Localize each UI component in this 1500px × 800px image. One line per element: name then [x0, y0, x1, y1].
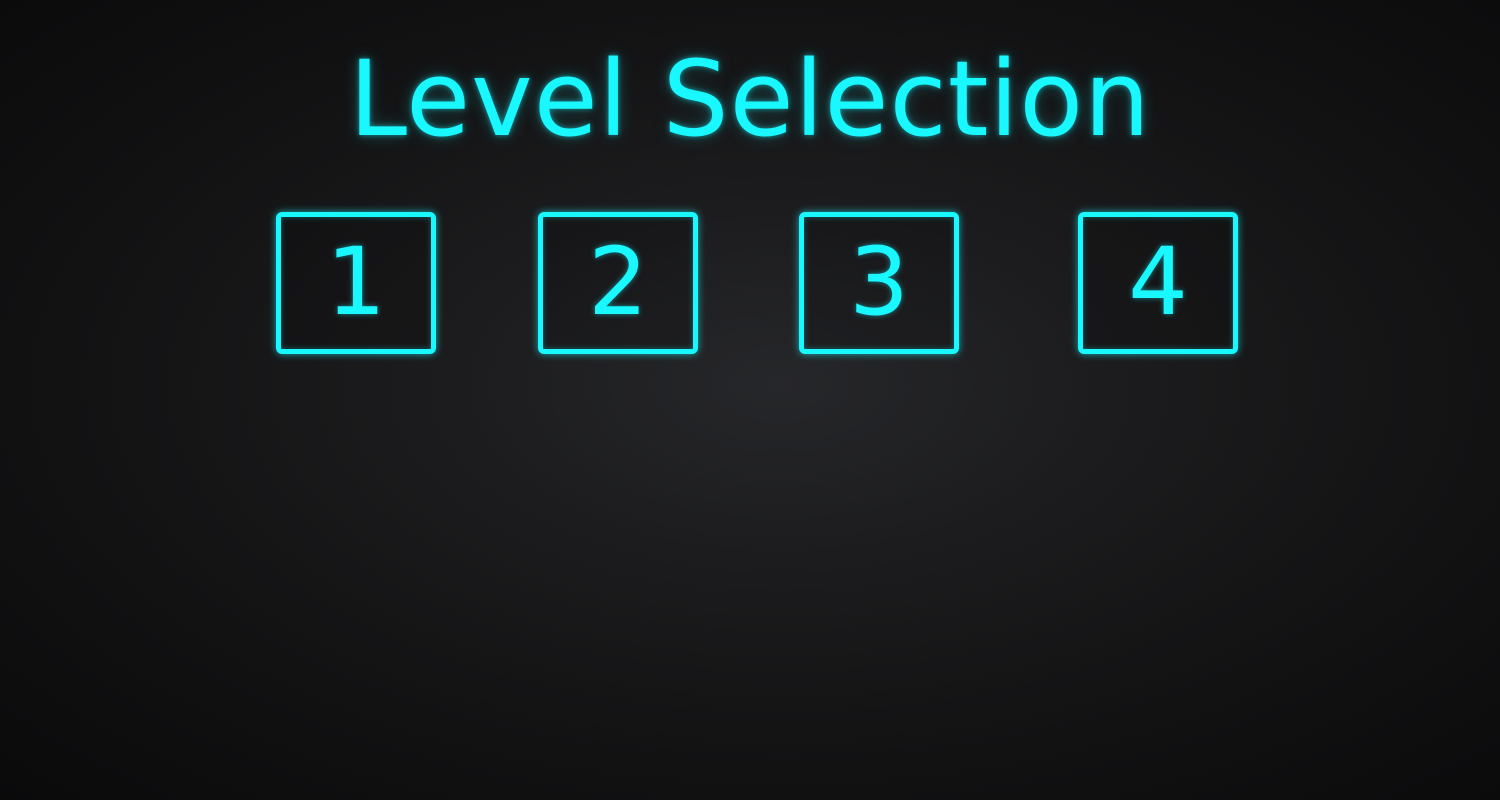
level-2-button[interactable]: 2 [538, 212, 698, 354]
level-3-button[interactable]: 3 [799, 212, 959, 354]
level-3-label: 3 [849, 228, 909, 337]
level-selection-screen: Level Selection 1 2 3 4 [0, 0, 1500, 800]
level-4-button[interactable]: 4 [1078, 212, 1238, 354]
page-title: Level Selection [349, 38, 1151, 160]
level-2-label: 2 [588, 228, 648, 337]
level-1-label: 1 [326, 228, 386, 337]
level-1-button[interactable]: 1 [276, 212, 436, 354]
level-4-label: 4 [1128, 228, 1188, 337]
